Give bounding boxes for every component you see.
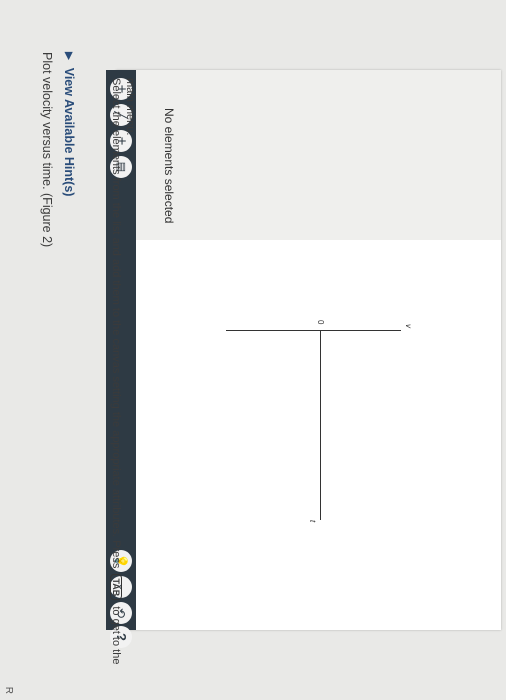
page: R ▶ View Available Hint(s) Plot velocity…: [0, 0, 506, 700]
velocity-axis: [226, 330, 401, 331]
hints-link[interactable]: View Available Hint(s): [62, 68, 76, 197]
tab-key-badge: TAB: [110, 574, 122, 601]
y-axis-label: v: [404, 324, 413, 328]
origin-label: 0: [316, 320, 325, 325]
instructions: Select the elements from the list and ad…: [110, 78, 122, 664]
drawing-canvas[interactable]: v t 0: [136, 240, 501, 630]
hints-toggle[interactable]: ▶ View Available Hint(s): [62, 52, 76, 196]
selection-status: No elements selected: [162, 108, 176, 224]
instructions-text-after: to get to the: [110, 606, 122, 665]
graph-applet: No elements selected v t 0 + ╱ + ▤ 💡 ⌄ ⟲…: [106, 70, 501, 648]
question-prompt: Plot velocity versus time. (Figure 2): [40, 52, 54, 248]
instructions-line2: main menu.: [124, 78, 136, 136]
x-axis-label: t: [308, 520, 317, 523]
element-sidebar: No elements selected: [136, 70, 501, 241]
expand-triangle-icon: ▶: [63, 52, 75, 60]
time-axis: [320, 330, 321, 520]
corner-label: R: [3, 686, 14, 694]
instructions-text: Select the elements from the list and ad…: [110, 78, 122, 569]
